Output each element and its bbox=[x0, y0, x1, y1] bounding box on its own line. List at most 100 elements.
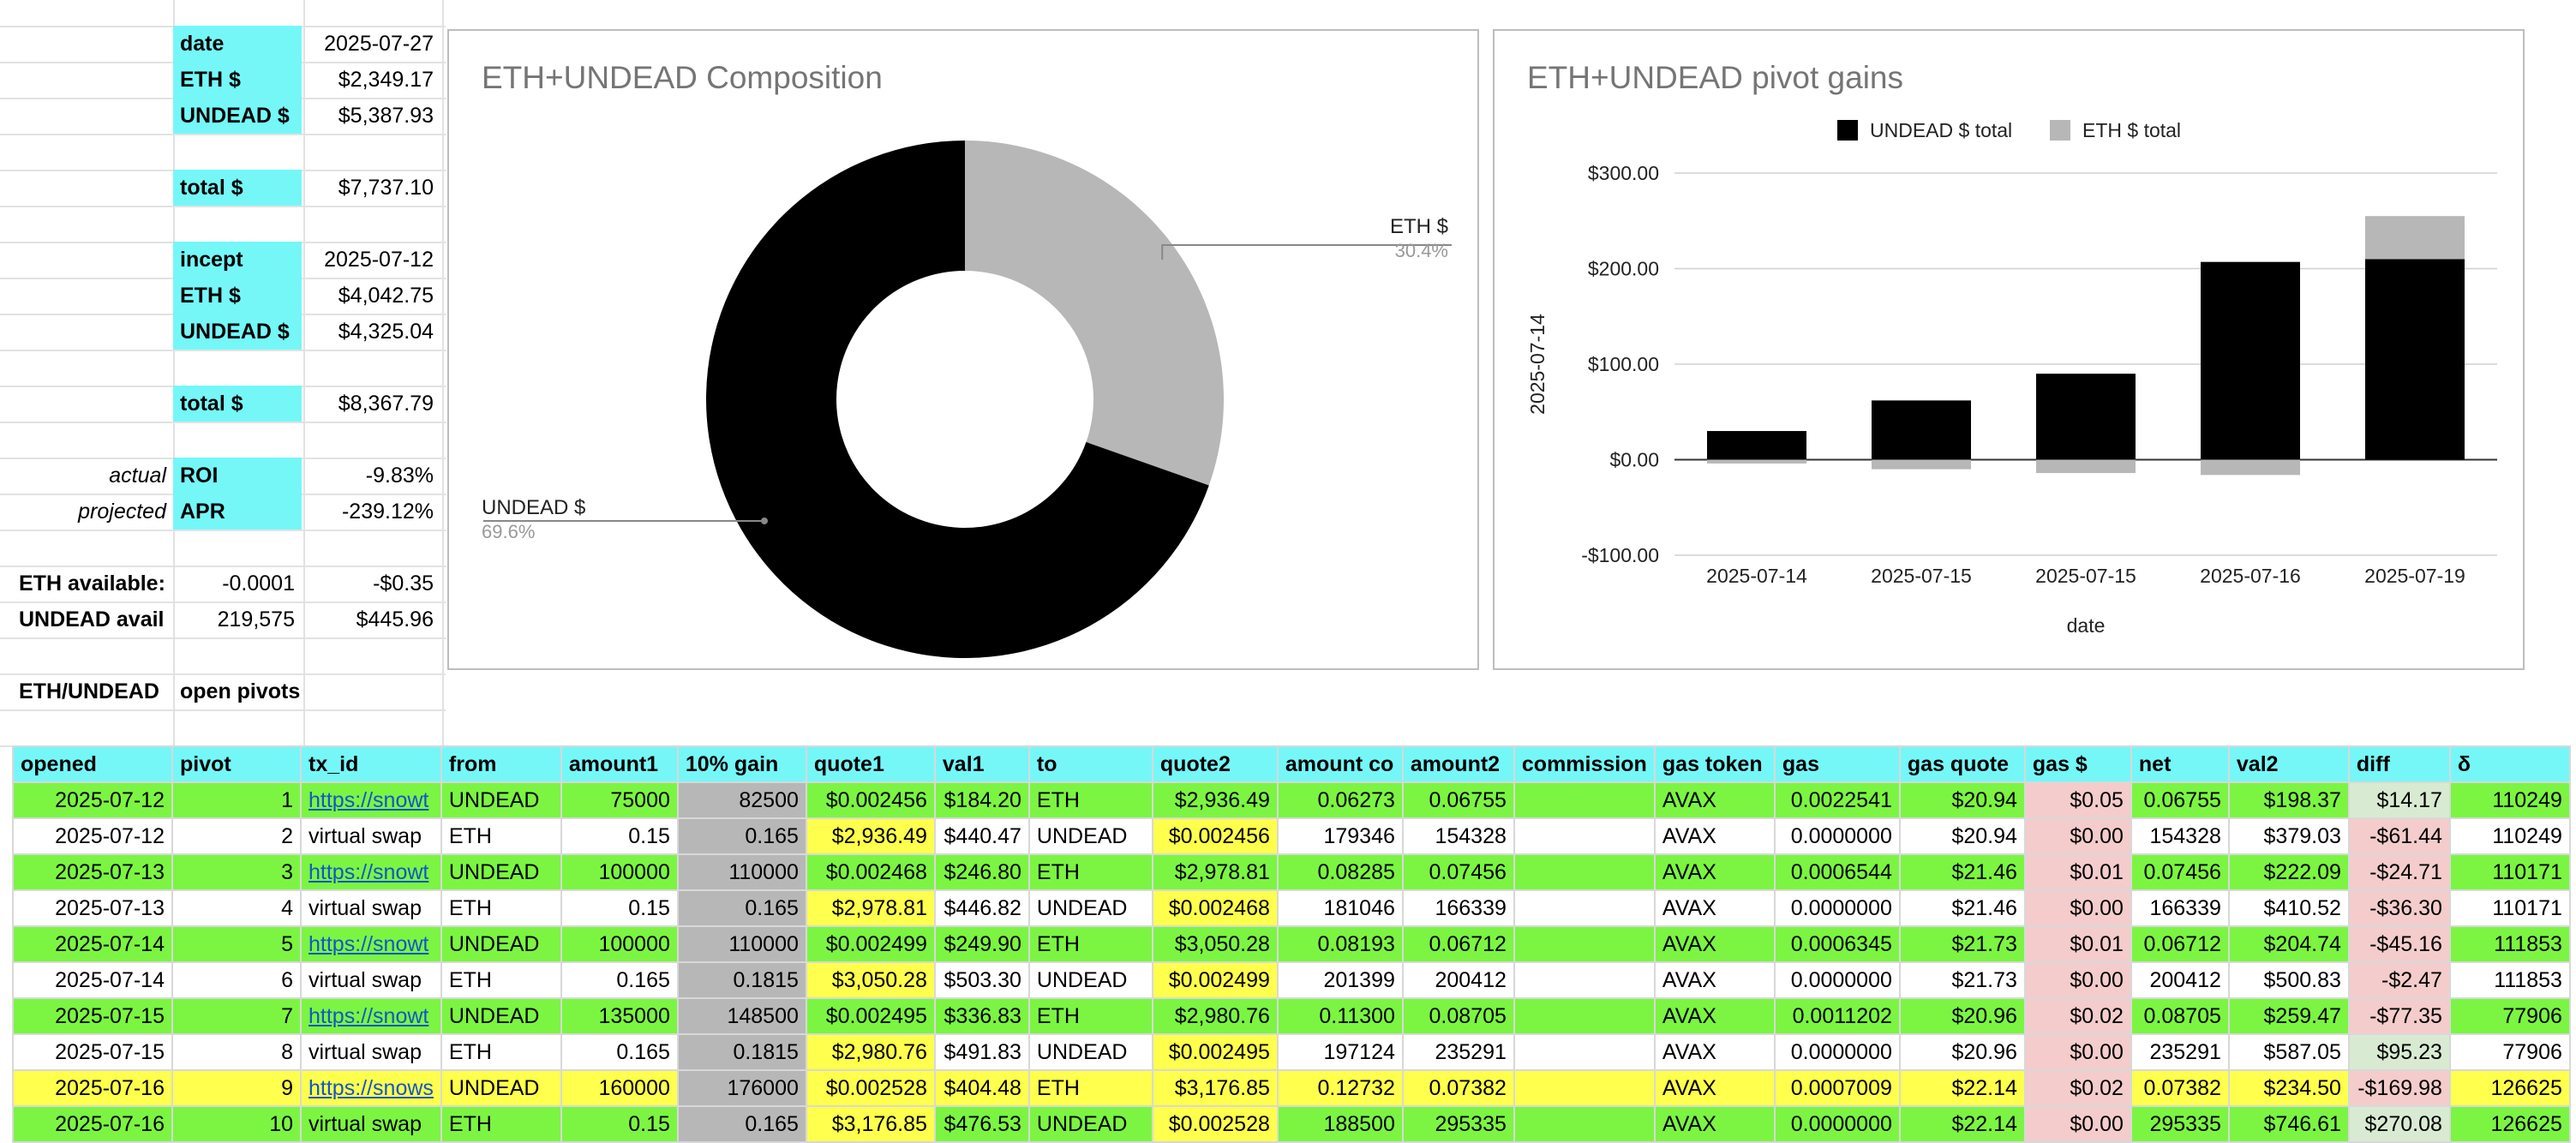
incept-total-value[interactable]: $8,367.79 bbox=[303, 386, 440, 422]
table-cell[interactable]: ETH bbox=[1027, 925, 1153, 963]
table-cell[interactable]: $20.94 bbox=[1898, 781, 2026, 819]
table-cell[interactable]: 110171 bbox=[2448, 853, 2571, 891]
table-cell[interactable]: -$169.98 bbox=[2347, 1069, 2451, 1107]
table-cell[interactable]: $14.17 bbox=[2347, 781, 2451, 819]
eth-label[interactable]: ETH $ bbox=[173, 62, 302, 98]
table-cell[interactable]: $20.96 bbox=[1898, 1033, 2026, 1071]
table-cell[interactable]: ETH bbox=[440, 1033, 562, 1071]
table-cell[interactable]: $0.02 bbox=[2023, 1069, 2132, 1107]
table-cell[interactable]: $587.05 bbox=[2227, 1033, 2350, 1071]
pivots-section-label[interactable]: ETH/UNDEAD bbox=[12, 673, 173, 709]
table-cell[interactable]: 2025-07-12 bbox=[12, 781, 173, 819]
eth-value[interactable]: $2,349.17 bbox=[303, 62, 440, 98]
column-header[interactable]: net bbox=[2130, 745, 2230, 783]
bar-eth-2[interactable] bbox=[1872, 459, 1971, 470]
table-cell[interactable]: 154328 bbox=[1401, 817, 1515, 855]
table-cell[interactable]: -$45.16 bbox=[2347, 925, 2451, 963]
actual-label[interactable]: actual bbox=[9, 458, 173, 494]
table-cell[interactable]: UNDEAD bbox=[440, 781, 562, 819]
table-cell[interactable]: 0.06712 bbox=[2130, 925, 2230, 963]
table-cell[interactable]: 0.07382 bbox=[2130, 1069, 2230, 1107]
table-cell[interactable]: 0.0007009 bbox=[1773, 1069, 1901, 1107]
table-cell[interactable]: ETH bbox=[1027, 997, 1153, 1035]
table-cell[interactable]: 2025-07-12 bbox=[12, 817, 173, 855]
table-cell[interactable]: 0.07456 bbox=[1401, 853, 1515, 891]
column-header[interactable]: quote1 bbox=[805, 745, 936, 783]
table-cell[interactable]: $234.50 bbox=[2227, 1069, 2350, 1107]
table-cell[interactable]: $20.96 bbox=[1898, 997, 2026, 1035]
table-cell[interactable]: 77906 bbox=[2448, 1033, 2571, 1071]
table-cell[interactable]: $0.05 bbox=[2023, 781, 2132, 819]
table-cell[interactable]: virtual swap bbox=[300, 817, 442, 855]
table-cell[interactable]: $21.73 bbox=[1898, 925, 2026, 963]
table-cell[interactable]: 2 bbox=[171, 817, 302, 855]
table-cell[interactable]: 0.08705 bbox=[2130, 997, 2230, 1035]
table-cell[interactable]: 7 bbox=[171, 997, 302, 1035]
table-cell[interactable]: $0.002499 bbox=[805, 925, 936, 963]
table-cell[interactable]: 126625 bbox=[2448, 1105, 2571, 1143]
table-cell[interactable]: virtual swap bbox=[300, 961, 442, 999]
table-cell[interactable]: UNDEAD bbox=[1027, 961, 1153, 999]
undead-label[interactable]: UNDEAD $ bbox=[173, 98, 302, 134]
table-cell[interactable]: AVAX bbox=[1653, 781, 1776, 819]
bar-eth-5[interactable] bbox=[2365, 216, 2465, 260]
table-cell[interactable]: 2025-07-14 bbox=[12, 961, 173, 999]
table-cell[interactable]: 176000 bbox=[676, 1069, 807, 1107]
table-cell[interactable]: 179346 bbox=[1276, 817, 1404, 855]
table-cell[interactable]: $2,978.81 bbox=[1151, 853, 1279, 891]
table-cell[interactable]: UNDEAD bbox=[1027, 889, 1153, 927]
total-value[interactable]: $7,737.10 bbox=[303, 170, 440, 206]
table-cell[interactable]: 154328 bbox=[2130, 817, 2230, 855]
column-header[interactable]: pivot bbox=[171, 745, 302, 783]
column-header[interactable]: δ bbox=[2448, 745, 2571, 783]
table-cell[interactable]: 3 bbox=[171, 853, 302, 891]
table-cell[interactable]: 0.15 bbox=[560, 1105, 679, 1143]
projected-label[interactable]: projected bbox=[9, 494, 173, 530]
pivots-section-sub[interactable]: open pivots bbox=[173, 673, 387, 709]
table-cell[interactable]: 126625 bbox=[2448, 1069, 2571, 1107]
bar-eth-3[interactable] bbox=[2036, 459, 2136, 474]
table-cell[interactable]: 8 bbox=[171, 1033, 302, 1071]
table-cell[interactable]: 0.15 bbox=[560, 889, 679, 927]
table-cell[interactable]: $0.002528 bbox=[805, 1069, 936, 1107]
table-cell[interactable]: 2025-07-14 bbox=[12, 925, 173, 963]
table-cell[interactable]: 166339 bbox=[1401, 889, 1515, 927]
table-cell[interactable]: 0.0000000 bbox=[1773, 889, 1901, 927]
table-cell[interactable]: 0.0000000 bbox=[1773, 961, 1901, 999]
table-cell[interactable]: 0.165 bbox=[560, 1033, 679, 1071]
apr-label[interactable]: APR bbox=[173, 494, 302, 530]
incept-undead-value[interactable]: $4,325.04 bbox=[303, 314, 440, 350]
table-cell[interactable]: UNDEAD bbox=[1027, 817, 1153, 855]
table-cell[interactable] bbox=[1513, 817, 1656, 855]
column-header[interactable]: 10% gain bbox=[676, 745, 807, 783]
table-cell[interactable]: 10 bbox=[171, 1105, 302, 1143]
column-header[interactable]: from bbox=[440, 745, 562, 783]
table-cell[interactable]: 9 bbox=[171, 1069, 302, 1107]
incept-undead-label[interactable]: UNDEAD $ bbox=[173, 314, 302, 350]
table-cell[interactable]: 0.08193 bbox=[1276, 925, 1404, 963]
table-cell[interactable]: $3,176.85 bbox=[805, 1105, 936, 1143]
apr-value[interactable]: -239.12% bbox=[303, 494, 440, 530]
table-cell[interactable]: 0.0000000 bbox=[1773, 1105, 1901, 1143]
undead-available-qty[interactable]: 219,575 bbox=[173, 601, 302, 637]
table-cell[interactable]: 0.07456 bbox=[2130, 853, 2230, 891]
table-cell[interactable]: 200412 bbox=[1401, 961, 1515, 999]
table-cell[interactable]: 1 bbox=[171, 781, 302, 819]
table-cell[interactable]: $0.01 bbox=[2023, 925, 2132, 963]
table-cell[interactable]: $0.002495 bbox=[805, 997, 936, 1035]
table-cell[interactable]: 100000 bbox=[560, 853, 679, 891]
column-header[interactable]: tx_id bbox=[300, 745, 442, 783]
table-cell[interactable]: AVAX bbox=[1653, 1105, 1776, 1143]
table-cell[interactable]: 0.0006345 bbox=[1773, 925, 1901, 963]
incept-eth-value[interactable]: $4,042.75 bbox=[303, 278, 440, 314]
table-cell[interactable]: 0.07382 bbox=[1401, 1069, 1515, 1107]
table-cell[interactable]: 0.0006544 bbox=[1773, 853, 1901, 891]
table-cell[interactable]: 0.1815 bbox=[676, 1033, 807, 1071]
table-cell[interactable]: 0.0000000 bbox=[1773, 817, 1901, 855]
incept-value[interactable]: 2025-07-12 bbox=[303, 242, 440, 278]
table-cell[interactable] bbox=[1513, 1069, 1656, 1107]
table-cell[interactable]: $336.83 bbox=[933, 997, 1030, 1035]
table-cell[interactable]: UNDEAD bbox=[440, 925, 562, 963]
table-cell[interactable]: 0.12732 bbox=[1276, 1069, 1404, 1107]
table-cell[interactable]: 0.06273 bbox=[1276, 781, 1404, 819]
